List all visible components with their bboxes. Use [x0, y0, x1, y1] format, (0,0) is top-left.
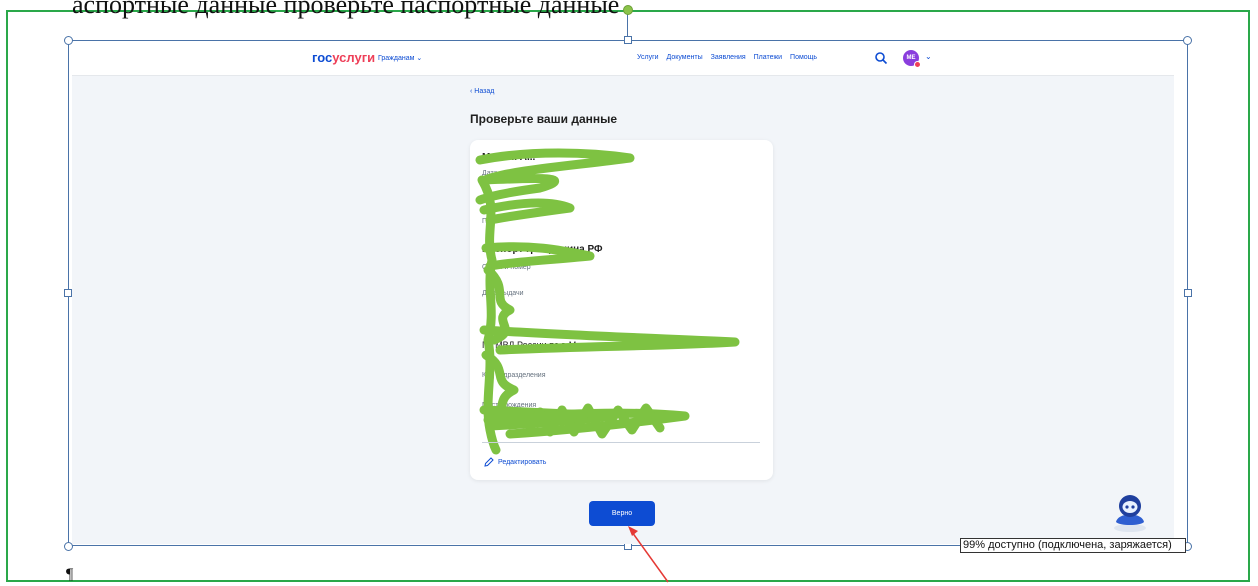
resize-handle-right[interactable]: [1184, 289, 1192, 297]
issue-date-label: Дата выдачи: [482, 290, 524, 297]
logo-part-gos: гос: [312, 50, 333, 65]
code-label: Код подразделения: [482, 372, 546, 379]
notification-dot: [914, 61, 921, 68]
full-name: М... Б... А...: [482, 152, 536, 163]
data-card: М... Б... А... Дата рождения Пол Паспорт…: [470, 140, 773, 480]
battery-status-text: 99% доступно (подключена, заряжается): [960, 538, 1186, 553]
page-title: Проверьте ваши данные: [470, 112, 618, 126]
resize-handle-left[interactable]: [64, 289, 72, 297]
embedded-screenshot: госуслуги Гражданам ⌄ Услуги Документы З…: [72, 44, 1174, 544]
document-text-line: аспортные данные проверьте паспортные да…: [72, 0, 620, 19]
gender-label: Пол: [482, 218, 495, 225]
nav-payments[interactable]: Платежи: [754, 54, 782, 61]
redaction-scribble: [475, 148, 740, 455]
card-divider: [482, 442, 760, 443]
resize-handle-top[interactable]: [624, 36, 632, 44]
chevron-down-icon[interactable]: ⌄: [925, 52, 932, 61]
gosuslugi-logo[interactable]: госуслуги: [312, 50, 375, 65]
site-header: госуслуги Гражданам ⌄ Услуги Документы З…: [72, 44, 1174, 76]
confirm-button[interactable]: Верно: [589, 501, 655, 526]
rotation-connector: [627, 14, 628, 38]
nav-applications[interactable]: Заявления: [711, 54, 746, 61]
nav-services[interactable]: Услуги: [637, 54, 659, 61]
citizens-menu[interactable]: Гражданам ⌄: [378, 54, 422, 62]
assistant-robot-icon[interactable]: [1110, 492, 1150, 534]
edit-link-label: Редактировать: [498, 458, 547, 466]
birth-date-label: Дата рождения: [482, 170, 532, 177]
pencil-icon: [484, 457, 494, 467]
issued-by-value: ГУ МВД России по г. Москве: [482, 340, 600, 350]
resize-handle-top-right[interactable]: [1183, 36, 1192, 45]
rotate-handle[interactable]: [623, 5, 633, 15]
search-icon[interactable]: [874, 51, 888, 65]
nav-help[interactable]: Помощь: [790, 54, 817, 61]
issued-by-label: Кем выдан: [482, 328, 518, 335]
birthplace-label: Место рождения: [482, 402, 537, 409]
passport-title: Паспорт гражданина РФ: [482, 244, 603, 255]
back-link[interactable]: ‹ Назад: [470, 88, 494, 95]
main-nav: Услуги Документы Заявления Платежи Помощ…: [637, 54, 817, 61]
edit-link[interactable]: Редактировать: [484, 457, 546, 467]
series-label: Серия и номер: [482, 264, 531, 271]
paragraph-mark: ¶: [66, 566, 74, 583]
nav-documents[interactable]: Документы: [667, 54, 703, 61]
logo-part-uslugi: услуги: [332, 50, 376, 65]
